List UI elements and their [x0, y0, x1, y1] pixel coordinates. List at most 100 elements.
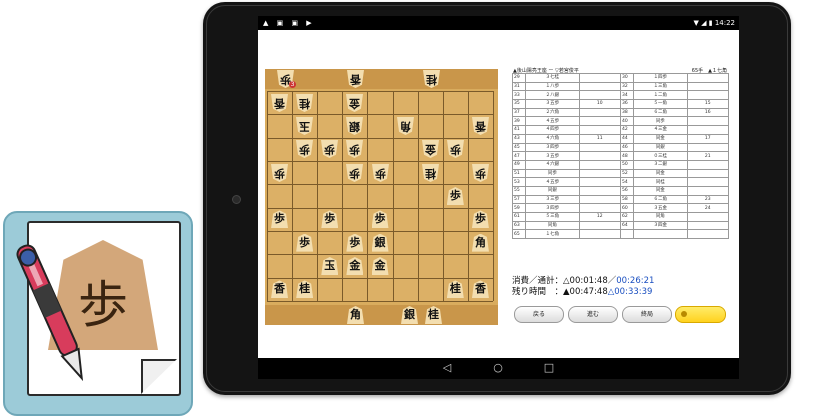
gote-piece[interactable]: 金 [346, 94, 363, 112]
sente-piece[interactable]: 香 [271, 280, 289, 299]
gote-piece[interactable]: 歩 [296, 140, 313, 158]
board-line [417, 91, 419, 301]
sente-piece[interactable]: 歩 [271, 210, 289, 229]
move-row[interactable]: 65 １七角 [511, 229, 730, 240]
move-row[interactable]: 41 ４四歩 42 ４三金 [511, 125, 730, 135]
sente-hand-piece[interactable]: 角 [347, 306, 364, 324]
gote-piece[interactable]: 歩 [447, 140, 464, 158]
move-cell-n2: 58 [619, 194, 635, 205]
nav-back-icon[interactable]: ◁ [439, 361, 455, 375]
gote-piece[interactable]: 歩 [321, 140, 338, 158]
gote-piece[interactable]: 歩 [346, 164, 363, 182]
gote-piece[interactable]: 香 [472, 117, 489, 135]
move-row[interactable]: 59 ３四歩 60 ３五金 24 [511, 203, 730, 213]
move-cell-n2: 54 [619, 177, 635, 187]
board-line [317, 91, 319, 301]
move-row[interactable]: 33 ２八銀 34 １二角 [511, 90, 730, 101]
move-row[interactable]: 55 同銀 56 同金 [511, 185, 730, 196]
gote-piece[interactable]: 玉 [296, 117, 313, 135]
sente-piece[interactable]: 歩 [471, 210, 489, 229]
gote-hand-piece[interactable]: 香 [347, 70, 364, 88]
move-record-table[interactable]: 29 ３七桂 30 １四歩 31 １八歩 32 １三角 33 ２八銀 34 １二角 35 ３五歩 10 36 ５… [511, 73, 730, 240]
sente-piece[interactable]: 香 [471, 280, 489, 299]
move-row[interactable]: 43 ４六角 11 44 同金 17 [511, 133, 730, 144]
sente-piece[interactable]: 金 [346, 257, 364, 275]
sente-hand-piece[interactable]: 銀 [401, 306, 418, 324]
gote-piece[interactable]: 銀 [346, 117, 363, 135]
move-cell-n1: 41 [511, 125, 527, 135]
move-row[interactable]: 45 ３四歩 46 同銀 [511, 142, 730, 153]
gote-piece[interactable]: 歩 [271, 164, 288, 182]
status-icons-left: ▲ ▣ ▣ ▶ [263, 19, 315, 27]
move-row[interactable]: 39 ４五歩 40 同歩 [511, 116, 730, 127]
move-cell-t2 [686, 185, 730, 196]
gote-piece[interactable]: 桂 [422, 164, 439, 182]
gote-piece[interactable]: 歩 [346, 140, 363, 158]
shogi-board[interactable]: 香桂金玉銀角香歩歩歩金歩歩歩歩桂歩歩歩歩歩歩歩歩銀角玉金金香桂桂香 [267, 91, 494, 302]
move-cell-n1: 29 [511, 73, 527, 83]
move-cell-n1: 39 [511, 116, 527, 127]
move-row[interactable]: 37 ２六角 38 ６二角 16 [511, 107, 730, 118]
status-bar: ▲ ▣ ▣ ▶ ▼ ◢ ▮ 14:22 [258, 16, 739, 30]
move-row[interactable]: 35 ３五歩 10 36 ５一角 15 [511, 99, 730, 109]
sente-piece[interactable]: 歩 [346, 233, 364, 252]
move-cell-t2 [686, 220, 730, 231]
sente-piece[interactable]: 角 [471, 233, 489, 252]
pen-icon [16, 244, 84, 382]
gote-piece[interactable]: 歩 [472, 164, 489, 182]
sente-piece[interactable]: 金 [371, 257, 389, 275]
gote-piece[interactable]: 角 [397, 117, 414, 135]
sente-piece[interactable]: 銀 [371, 233, 389, 252]
move-row[interactable]: 51 同歩 52 同金 [511, 168, 730, 179]
move-row[interactable]: 47 ３五歩 48 ０三桂 21 [511, 151, 730, 161]
remaining-black: ▲00:47:48 [563, 287, 608, 297]
move-row[interactable]: 57 ３三歩 58 ６二角 23 [511, 194, 730, 205]
indicator-dot-icon [681, 311, 687, 317]
gote-hand-count: 3 [289, 81, 296, 88]
move-row[interactable]: 31 １八歩 32 １三角 [511, 81, 730, 92]
move-cell-m1: １七角 [525, 229, 580, 240]
move-cell-t1 [578, 125, 621, 135]
nav-home-icon[interactable]: ○ [490, 361, 506, 375]
move-row[interactable]: 61 ５三角 12 62 同角 [511, 212, 730, 222]
move-cell-n2: 30 [619, 73, 635, 83]
gote-piece[interactable]: 桂 [296, 94, 313, 112]
board-line [267, 277, 493, 279]
move-cell-n1: 61 [511, 212, 527, 222]
move-cell-m2: ３五金 [633, 203, 688, 213]
move-cell-n1: 43 [511, 133, 527, 144]
end-game-button[interactable]: 終局 [622, 306, 672, 323]
sente-piece[interactable]: 歩 [296, 233, 314, 252]
move-cell-n2: 56 [619, 185, 635, 196]
move-row[interactable]: 49 ４六銀 50 ３二銀 [511, 159, 730, 170]
move-cell-n1: 33 [511, 90, 527, 101]
sente-piece[interactable]: 桂 [446, 280, 464, 299]
move-row[interactable]: 29 ３七桂 30 １四歩 [511, 73, 730, 83]
move-cell-m1: ４五歩 [525, 177, 580, 187]
sente-piece[interactable]: 歩 [446, 187, 464, 205]
status-indicator-button[interactable] [675, 306, 726, 323]
gote-hand-piece[interactable]: 桂 [423, 70, 440, 88]
camera-icon [232, 195, 241, 204]
sente-piece[interactable]: 桂 [296, 280, 314, 299]
move-cell-t2 [686, 125, 730, 135]
move-cell-n2: 36 [619, 99, 635, 109]
sente-piece[interactable]: 玉 [321, 257, 339, 275]
board-line [267, 184, 493, 186]
nav-recent-icon[interactable]: □ [541, 361, 557, 375]
back-button[interactable]: 戻る [514, 306, 564, 323]
move-cell-t1 [578, 203, 621, 213]
gote-piece[interactable]: 香 [271, 94, 288, 112]
sente-piece[interactable]: 歩 [321, 210, 339, 229]
board-line [392, 91, 394, 301]
sente-piece[interactable]: 歩 [371, 210, 389, 229]
move-row[interactable]: 63 同角 64 ３四金 [511, 220, 730, 231]
gote-piece[interactable]: 歩 [372, 164, 389, 182]
sente-hand-piece[interactable]: 桂 [425, 306, 442, 324]
move-cell-m2: 同銀 [633, 142, 688, 153]
move-row[interactable]: 53 ４五歩 54 同桂 [511, 177, 730, 187]
gote-piece[interactable]: 金 [422, 140, 439, 158]
forward-button[interactable]: 進む [568, 306, 618, 323]
move-cell-m1: ３七桂 [525, 73, 580, 83]
app-icon: 歩 [0, 207, 196, 417]
